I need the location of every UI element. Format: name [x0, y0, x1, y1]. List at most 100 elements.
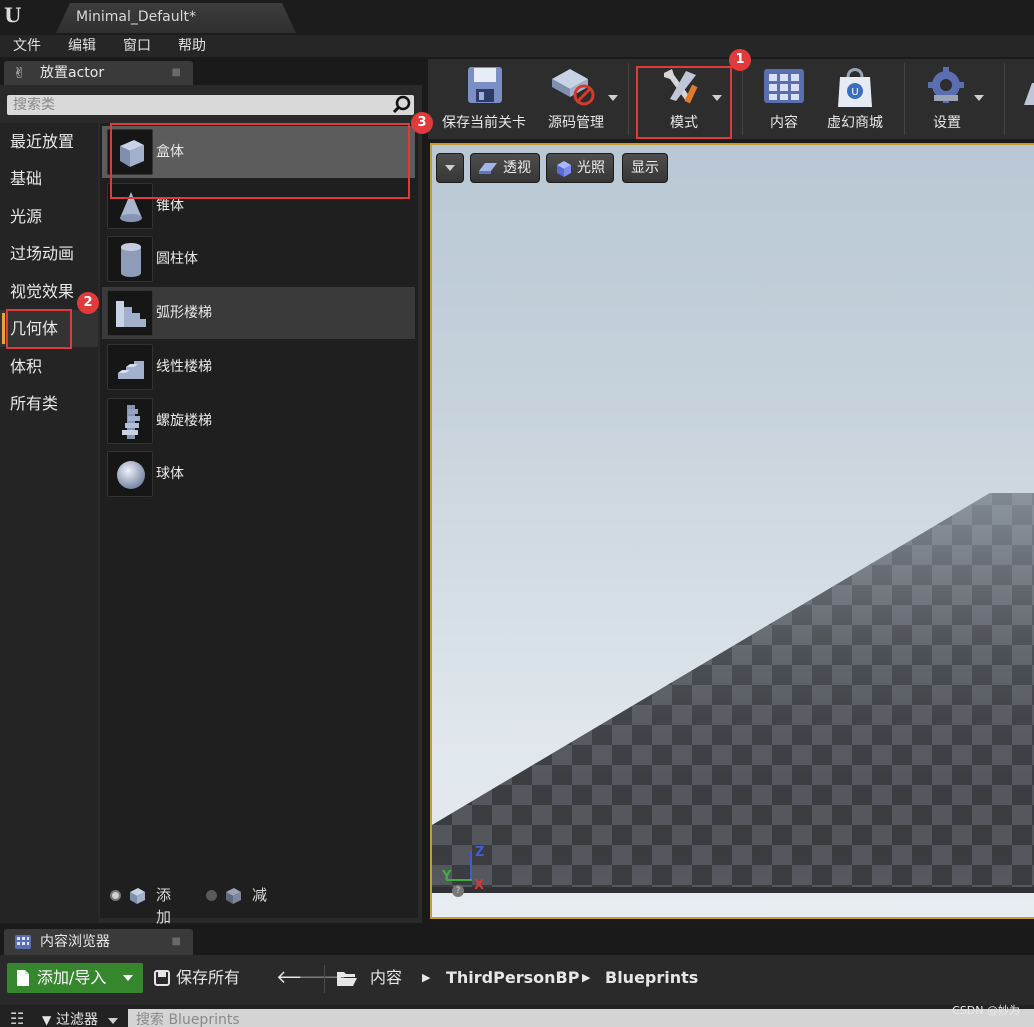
- list-item-cylinder[interactable]: 圆柱体: [102, 233, 415, 285]
- add-radio[interactable]: [110, 890, 121, 901]
- place-actors-tab[interactable]: ✌ 放置actor ■: [4, 61, 193, 85]
- category-list: 最近放置 基础 光源 过场动画 视觉效果 几何体 体积 所有类: [0, 123, 98, 923]
- help-icon[interactable]: ?: [452, 885, 464, 897]
- close-tab-icon[interactable]: ■: [172, 61, 181, 85]
- spiral-stairs-icon: [107, 398, 153, 444]
- toolbar-divider: [742, 63, 743, 135]
- toolbar-divider: [628, 63, 629, 135]
- sphere-icon: [107, 451, 153, 497]
- breadcrumb-separator-icon: ▶: [582, 971, 591, 984]
- category-basic[interactable]: 基础: [0, 160, 98, 197]
- content-button[interactable]: 内容: [752, 59, 816, 139]
- path-crumb-thirdpersonbp[interactable]: ThirdPersonBP: [446, 963, 579, 993]
- viewport-dropdown-icon: [445, 165, 455, 171]
- watermark: CSDN @妙为: [952, 1004, 1020, 1017]
- settings-label: 设置: [933, 115, 961, 131]
- save-level-button[interactable]: 保存当前关卡: [434, 59, 534, 139]
- cylinder-icon: [107, 236, 153, 282]
- settings-gear-icon: [928, 67, 964, 103]
- content-browser-tab-label: 内容浏览器: [40, 934, 110, 950]
- overflow-tool-icon[interactable]: [1022, 81, 1034, 107]
- highlight-box-item: [110, 123, 410, 199]
- sources-panel-icon[interactable]: ☷: [10, 1009, 24, 1027]
- add-import-dropdown-icon: [123, 975, 133, 981]
- subtract-label: 减: [252, 886, 268, 904]
- content-browser-toolbar: 添加/导入 保存所有 🡐 🡒 内容 ▶ ThirdPersonBP ▶ Blue…: [0, 955, 1034, 1005]
- content-grid-icon: [764, 69, 804, 103]
- checkered-floor: [432, 493, 1034, 893]
- content-browser-tab[interactable]: 内容浏览器 ■: [4, 929, 193, 955]
- menu-help[interactable]: 帮助: [178, 35, 206, 57]
- show-label: 显示: [631, 160, 659, 176]
- lit-mode-button[interactable]: 光照: [546, 153, 614, 183]
- axis-z-label: Z: [475, 845, 485, 860]
- show-button[interactable]: 显示: [622, 153, 668, 183]
- asset-search-placeholder: 搜索 Blueprints: [136, 1012, 240, 1027]
- list-item-spiral-stairs[interactable]: 螺旋楼梯: [102, 395, 415, 447]
- menu-file[interactable]: 文件: [13, 35, 41, 57]
- path-crumb-content[interactable]: 内容: [370, 963, 402, 993]
- settings-button[interactable]: 设置: [914, 59, 984, 139]
- search-icon: [392, 95, 411, 114]
- category-volumes[interactable]: 体积: [0, 348, 98, 385]
- folder-open-icon: [337, 972, 357, 986]
- menu-edit[interactable]: 编辑: [68, 35, 96, 57]
- add-brush-icon: [130, 888, 145, 904]
- unreal-logo-icon: U: [4, 3, 22, 27]
- new-file-icon: [17, 970, 29, 986]
- item-label: 弧形楼梯: [156, 305, 212, 321]
- filters-dropdown-icon: [108, 1018, 118, 1024]
- category-all-classes[interactable]: 所有类: [0, 385, 98, 422]
- settings-dropdown-icon[interactable]: [974, 95, 984, 101]
- category-cinematic[interactable]: 过场动画: [0, 235, 98, 272]
- item-label: 球体: [156, 466, 184, 482]
- perspective-button[interactable]: 透视: [470, 153, 540, 183]
- source-control-icon: [552, 69, 595, 106]
- save-all-label: 保存所有: [176, 968, 241, 987]
- linear-stairs-icon: [107, 344, 153, 390]
- place-actors-panel: 搜索类 最近放置 基础 光源 过场动画 视觉效果 几何体 体积 所有类 盒体 锥…: [0, 85, 422, 926]
- item-label: 线性楼梯: [156, 359, 212, 375]
- close-tab-icon[interactable]: ■: [172, 929, 181, 955]
- level-viewport[interactable]: 透视 光照 显示 Z Y X ?: [430, 143, 1034, 919]
- class-search-input[interactable]: 搜索类: [7, 95, 414, 115]
- actor-item-list: 盒体 锥体 圆柱体 弧形楼梯 线性楼梯 螺旋楼梯 球体 添加 减: [100, 123, 418, 926]
- viewport-options-button[interactable]: [436, 153, 464, 183]
- marketplace-label: 虚幻商城: [827, 115, 883, 131]
- highlight-modes: [636, 66, 732, 139]
- curved-stairs-icon: [107, 290, 153, 336]
- list-item-sphere[interactable]: 球体: [102, 448, 415, 500]
- save-level-label: 保存当前关卡: [442, 115, 526, 131]
- level-tab[interactable]: Minimal_Default*: [56, 3, 296, 33]
- category-lights[interactable]: 光源: [0, 198, 98, 235]
- item-label: 螺旋楼梯: [156, 413, 212, 429]
- asset-search-input[interactable]: 搜索 Blueprints: [128, 1009, 1034, 1027]
- marketplace-button[interactable]: U 虚幻商城: [818, 59, 892, 139]
- source-control-button[interactable]: 源码管理: [536, 59, 618, 139]
- lit-label: 光照: [577, 160, 605, 176]
- save-all-button[interactable]: 保存所有: [152, 963, 240, 993]
- unreal-editor-window: U Minimal_Default* 文件 编辑 窗口 帮助 ✌ 放置actor…: [0, 0, 1034, 1027]
- axis-x-label: X: [474, 878, 485, 893]
- breadcrumb-separator-icon: ▶: [422, 971, 431, 984]
- category-recent[interactable]: 最近放置: [0, 123, 98, 160]
- toolbar-divider: [324, 965, 325, 993]
- filters-button[interactable]: ▼ 过滤器: [42, 1009, 118, 1027]
- highlight-geometry: [6, 309, 72, 349]
- list-item-linear-stairs[interactable]: 线性楼梯: [102, 341, 415, 393]
- toolbar-divider: [1004, 63, 1005, 135]
- annotation-badge-1: 1: [729, 49, 751, 71]
- axis-gizmo: Z Y X ?: [438, 845, 488, 897]
- filters-label: 过滤器: [56, 1012, 98, 1027]
- subtract-radio[interactable]: [206, 890, 217, 901]
- source-control-dropdown-icon[interactable]: [608, 95, 618, 101]
- perspective-label: 透视: [503, 160, 531, 176]
- list-item-curved-stairs[interactable]: 弧形楼梯: [102, 287, 415, 339]
- add-import-button[interactable]: 添加/导入: [7, 963, 143, 993]
- add-label: 添加: [156, 886, 172, 926]
- search-placeholder: 搜索类: [13, 97, 55, 113]
- menu-window[interactable]: 窗口: [123, 35, 151, 57]
- item-label: 圆柱体: [156, 251, 198, 267]
- title-bar: U Minimal_Default*: [0, 0, 1034, 35]
- path-crumb-blueprints[interactable]: Blueprints: [605, 963, 698, 993]
